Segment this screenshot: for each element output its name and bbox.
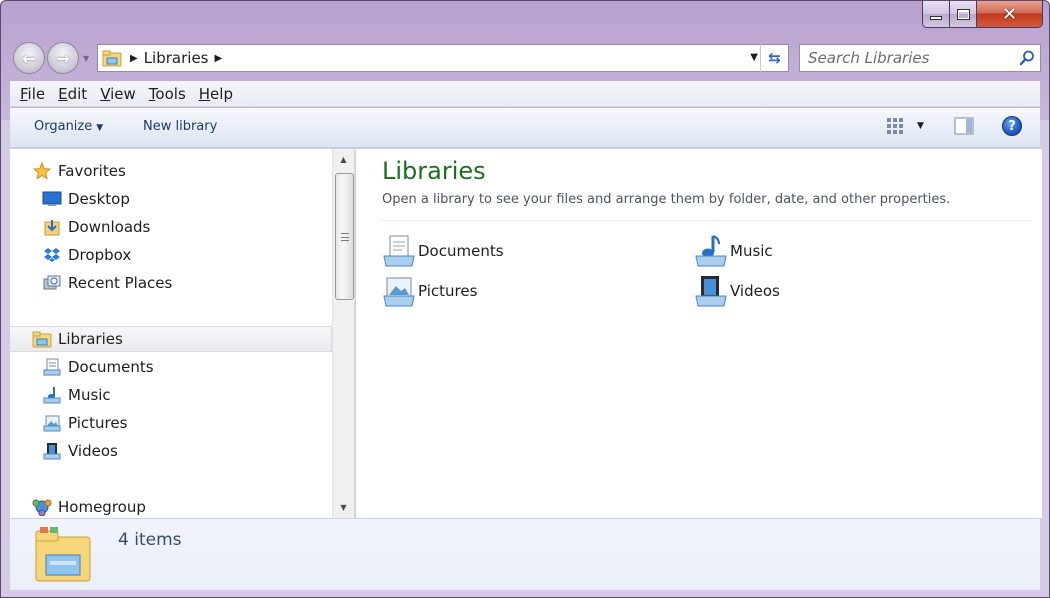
navigation-pane: Favorites Desktop Downloads Dropbox Rece… bbox=[10, 149, 332, 518]
search-box[interactable] bbox=[799, 44, 1041, 72]
explorer-window: ✕ ← → ▼ ▶ Libraries ▶ ▼ ⇆ File Edit View bbox=[0, 0, 1050, 598]
downloads-icon bbox=[42, 217, 62, 237]
library-item-videos[interactable]: Videos bbox=[694, 274, 780, 308]
search-input[interactable] bbox=[808, 46, 1014, 70]
videos-library-icon bbox=[42, 441, 62, 461]
breadcrumb-libraries[interactable]: Libraries bbox=[144, 49, 209, 67]
preview-pane-icon bbox=[954, 117, 974, 135]
menu-file[interactable]: File bbox=[20, 85, 45, 103]
maximize-icon bbox=[956, 8, 970, 20]
videos-library-icon bbox=[694, 274, 728, 308]
recent-places-icon bbox=[42, 273, 62, 293]
homegroup-icon bbox=[32, 497, 52, 517]
nav-music[interactable]: Music bbox=[10, 382, 332, 408]
nav-pictures[interactable]: Pictures bbox=[10, 410, 332, 436]
music-library-icon bbox=[42, 385, 62, 405]
close-button[interactable]: ✕ bbox=[977, 1, 1043, 28]
menu-tools[interactable]: Tools bbox=[149, 85, 186, 103]
refresh-button[interactable]: ⇆ bbox=[760, 44, 788, 72]
details-pane: 4 items bbox=[10, 518, 1040, 590]
search-icon[interactable] bbox=[1014, 50, 1040, 66]
content-pane: Libraries Open a library to see your fil… bbox=[356, 149, 1042, 518]
music-library-icon bbox=[694, 234, 728, 268]
address-history-dropdown-icon[interactable]: ▼ bbox=[750, 52, 758, 63]
library-item-music[interactable]: Music bbox=[694, 234, 773, 268]
refresh-icon: ⇆ bbox=[768, 49, 781, 67]
scroll-down-icon[interactable]: ▼ bbox=[333, 499, 354, 516]
organize-button[interactable]: Organize ▼ bbox=[34, 119, 103, 134]
menu-bar: File Edit View Tools Help bbox=[10, 81, 1040, 107]
view-grid-icon bbox=[887, 118, 903, 134]
nav-favorites[interactable]: Favorites bbox=[10, 158, 332, 184]
forward-arrow-icon: → bbox=[56, 48, 70, 68]
close-icon: ✕ bbox=[1001, 3, 1018, 25]
nav-dropbox[interactable]: Dropbox bbox=[10, 242, 332, 268]
view-options-dropdown-icon[interactable]: ▼ bbox=[917, 121, 924, 131]
nav-recent-places[interactable]: Recent Places bbox=[10, 270, 332, 296]
item-count: 4 items bbox=[118, 530, 182, 550]
nav-libraries[interactable]: Libraries bbox=[10, 326, 332, 352]
nav-homegroup[interactable]: Homegroup bbox=[10, 494, 332, 518]
caption-buttons: ✕ bbox=[922, 1, 1043, 28]
forward-button[interactable]: → bbox=[47, 42, 79, 74]
nav-downloads[interactable]: Downloads bbox=[10, 214, 332, 240]
scrollbar-thumb[interactable] bbox=[335, 173, 354, 300]
breadcrumb-arrow-icon[interactable]: ▶ bbox=[215, 53, 223, 64]
library-item-pictures[interactable]: Pictures bbox=[382, 274, 477, 308]
new-library-button[interactable]: New library bbox=[143, 119, 217, 134]
libraries-folder-icon bbox=[32, 329, 52, 349]
nav-videos[interactable]: Videos bbox=[10, 438, 332, 464]
recent-pages-dropdown-icon[interactable]: ▼ bbox=[83, 54, 89, 63]
libraries-folder-icon bbox=[34, 525, 96, 589]
menu-edit[interactable]: Edit bbox=[58, 85, 87, 103]
preview-pane-button[interactable] bbox=[954, 117, 974, 139]
address-bar[interactable]: ▶ Libraries ▶ ▼ ⇆ bbox=[97, 44, 789, 72]
nav-documents[interactable]: Documents bbox=[10, 354, 332, 380]
navigation-bar: ← → ▼ ▶ Libraries ▶ ▼ ⇆ bbox=[11, 41, 1041, 75]
star-icon bbox=[32, 161, 52, 181]
dropbox-icon bbox=[42, 245, 62, 265]
change-view-button[interactable] bbox=[886, 117, 904, 139]
documents-library-icon bbox=[42, 357, 62, 377]
library-item-documents[interactable]: Documents bbox=[382, 234, 504, 268]
pictures-library-icon bbox=[42, 413, 62, 433]
maximize-button[interactable] bbox=[950, 1, 977, 28]
chevron-down-icon: ▼ bbox=[96, 123, 104, 133]
nav-buttons: ← → ▼ bbox=[11, 41, 97, 75]
navigation-pane-scrollbar[interactable]: ▲ ▼ bbox=[332, 149, 355, 518]
menu-help[interactable]: Help bbox=[199, 85, 233, 103]
nav-desktop[interactable]: Desktop bbox=[10, 186, 332, 212]
breadcrumb-arrow-icon[interactable]: ▶ bbox=[130, 53, 138, 64]
pictures-library-icon bbox=[382, 274, 416, 308]
minimize-button[interactable] bbox=[922, 1, 950, 28]
help-button[interactable]: ? bbox=[1002, 116, 1022, 136]
back-arrow-icon: ← bbox=[22, 48, 36, 68]
scroll-up-icon[interactable]: ▲ bbox=[333, 151, 354, 168]
documents-library-icon bbox=[382, 234, 416, 268]
minimize-icon bbox=[930, 16, 942, 20]
menu-view[interactable]: View bbox=[100, 85, 136, 103]
back-button[interactable]: ← bbox=[13, 42, 45, 74]
divider bbox=[380, 220, 1032, 221]
command-bar: Organize ▼ New library ▼ ? bbox=[10, 108, 1040, 148]
page-description: Open a library to see your files and arr… bbox=[382, 192, 951, 207]
desktop-icon bbox=[42, 189, 62, 209]
libraries-folder-icon bbox=[100, 48, 124, 68]
page-title: Libraries bbox=[382, 157, 486, 185]
grip-icon bbox=[340, 232, 349, 241]
